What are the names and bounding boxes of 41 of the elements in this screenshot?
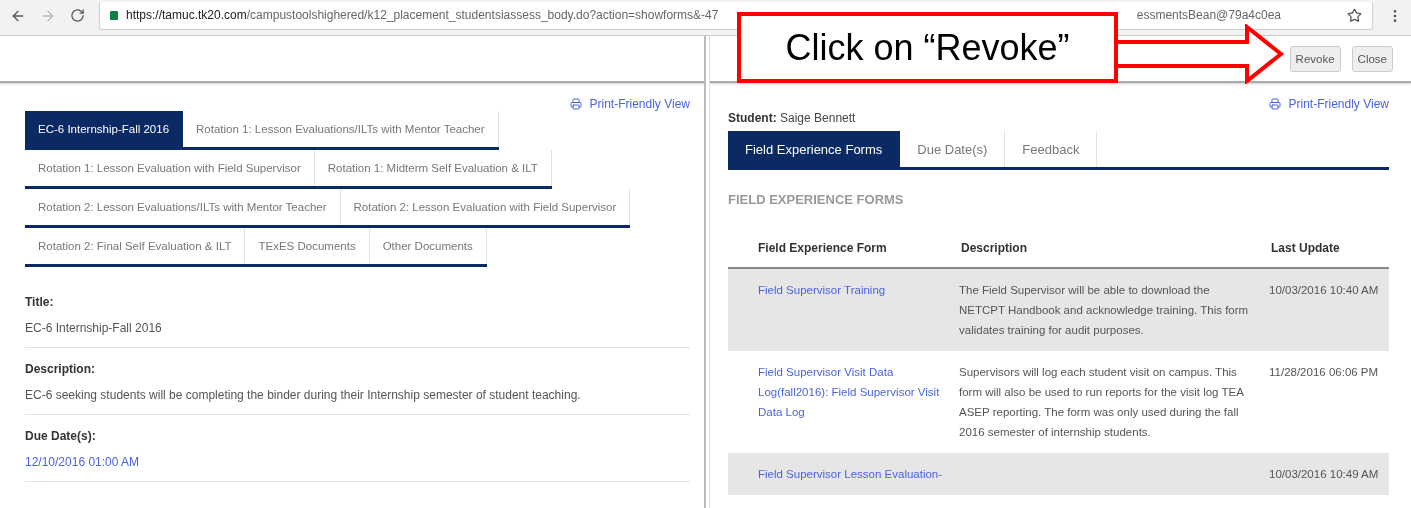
form-link[interactable]: Field Supervisor Training: [758, 280, 947, 300]
last-update-text: 11/28/2016 06:06 PM: [1269, 366, 1379, 378]
description-text: Supervisors will log each student visit on campus. This form will also be used to run reports for the visit log TEA ASEP reporting. The form was only used during the fall 2016 semester of internship students.: [959, 366, 1244, 438]
form-link[interactable]: Field Supervisor Visit Data Log(fall2016): Field Supervisor Visit Data Log: [758, 362, 947, 422]
last-update-text: 10/03/2016 10:49 AM: [1269, 468, 1379, 480]
tab[interactable]: Rotation 2: Lesson Evaluations/ILTs with Mentor Teacher: [25, 189, 341, 225]
print-friendly-link[interactable]: Print-Friendly View: [1268, 97, 1389, 111]
reload-icon[interactable]: [70, 8, 85, 23]
field-value: EC-6 Internship-Fall 2016: [25, 321, 163, 335]
url-text: https://tamuc.tk20.com/campustoolshighered/k12_placement_studentsiassess_body.do?action=showforms&-47: [126, 8, 719, 22]
tab[interactable]: Rotation 1: Lesson Evaluations/ILTs with Mentor Teacher: [183, 111, 499, 147]
tab[interactable]: Due Date(s): [900, 131, 1006, 167]
printer-icon: [1268, 98, 1281, 110]
field-label: Description:: [25, 362, 96, 376]
section-title: FIELD EXPERIENCE FORMS: [728, 192, 905, 207]
tab[interactable]: Rotation 1: Midterm Self Evaluation & ILT: [314, 150, 552, 186]
student-name: Student: Saige Bennett: [728, 111, 857, 125]
tab[interactable]: Rotation 1: Lesson Evaluation with Field Supervisor: [25, 150, 315, 186]
tab[interactable]: Other Documents: [369, 228, 487, 264]
print-friendly-link[interactable]: Print-Friendly View: [569, 97, 690, 111]
tab[interactable]: EC-6 Internship-Fall 2016: [25, 111, 184, 147]
form-link[interactable]: Field Supervisor Lesson Evaluation-: [758, 464, 947, 484]
star-icon[interactable]: [1347, 7, 1362, 23]
field-label: Title:: [25, 295, 55, 309]
lock-icon: [110, 10, 118, 20]
url-text: essmentsBean@79a4c0ea: [1136, 8, 1281, 22]
arrow-icon: [1115, 24, 1285, 84]
tab[interactable]: Field Experience Forms: [728, 131, 901, 167]
tab[interactable]: Feedback: [1005, 131, 1098, 167]
revoke-button[interactable]: Revoke: [1289, 45, 1341, 72]
due-date-link[interactable]: 12/10/2016 01:00 AM: [25, 455, 690, 469]
tab[interactable]: Rotation 2: Lesson Evaluation with Field Supervisor: [340, 189, 631, 225]
tab[interactable]: TExES Documents: [245, 228, 370, 264]
description-text: The Field Supervisor will be able to download the NETCPT Handbook and acknowledge training. This form validates training for audit purposes.: [959, 284, 1249, 336]
tab[interactable]: Rotation 2: Final Self Evaluation & ILT: [25, 228, 246, 264]
close-button[interactable]: Close: [1351, 45, 1393, 72]
printer-icon: [569, 98, 582, 110]
field-value: EC-6 seeking students will be completing the binder during their Internship semester of student teaching.: [25, 388, 582, 402]
field-label: Due Date(s):: [25, 429, 97, 443]
last-update-text: 10/03/2016 10:40 AM: [1269, 284, 1379, 296]
callout-tooltip: Click on “Revoke”: [737, 12, 1118, 83]
